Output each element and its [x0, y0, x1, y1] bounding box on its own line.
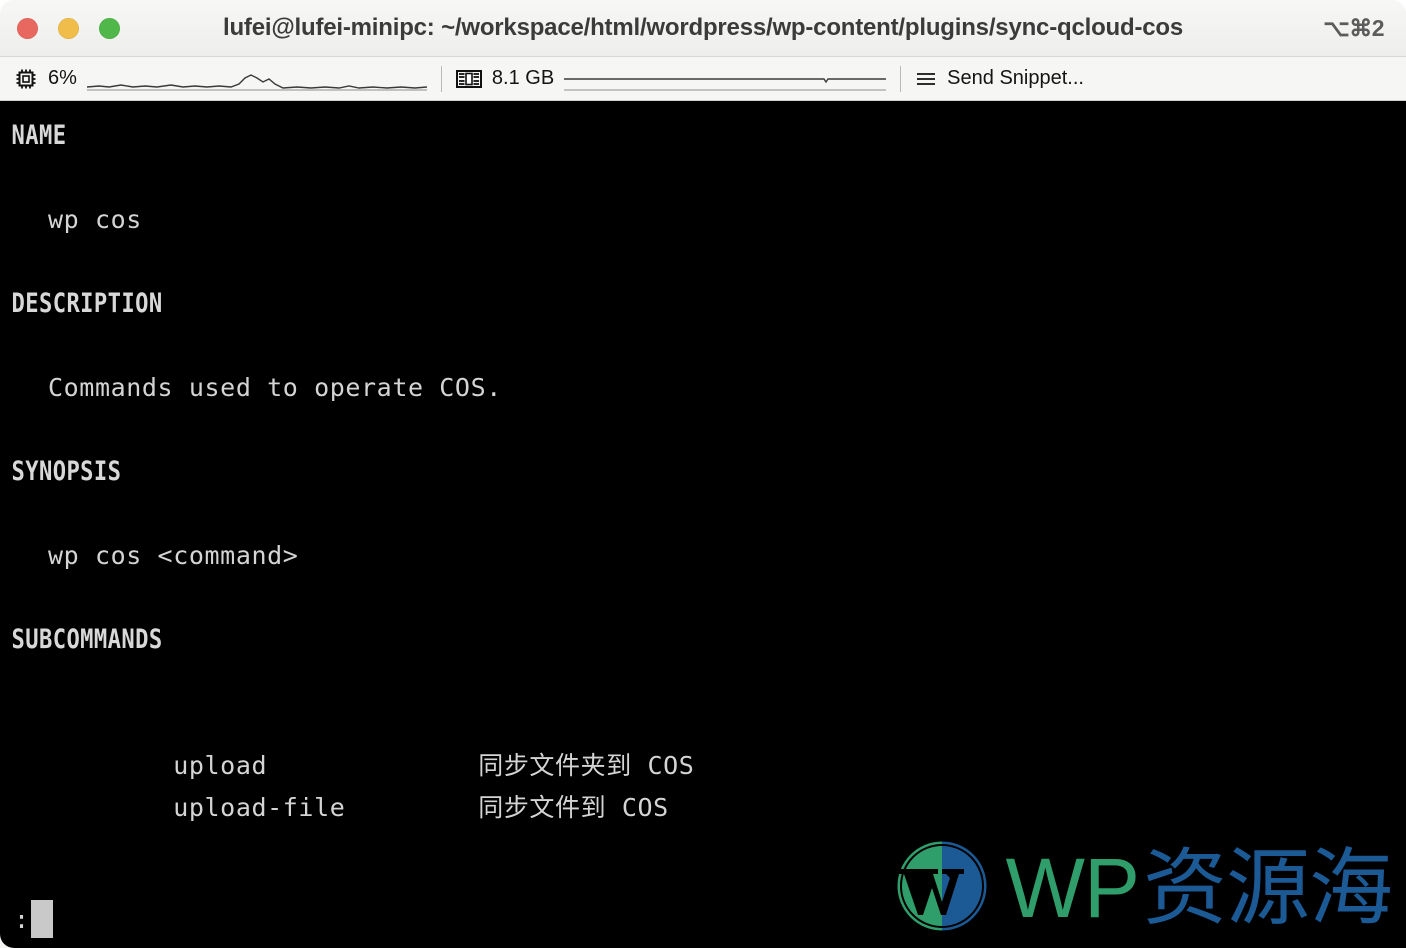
window-title: lufei@lufei-minipc: ~/workspace/html/wor…: [223, 14, 1183, 41]
subcommand-description: 同步文件到 COS: [478, 793, 669, 822]
subcommand-row: upload 同步文件夹到 COS: [0, 703, 1406, 780]
terminal-line: Commands used to operate COS.: [0, 367, 1406, 409]
cpu-chip-icon: [14, 67, 38, 91]
terminal-window: lufei@lufei-minipc: ~/workspace/html/wor…: [0, 0, 1406, 948]
subcommand-description: 同步文件夹到 COS: [478, 751, 695, 780]
send-snippet-label: Send Snippet...: [947, 67, 1084, 89]
pager-prompt[interactable]: :: [14, 900, 54, 938]
keyboard-shortcut-badge: ⌥⌘2: [1323, 14, 1384, 41]
terminal-line: wp cos: [0, 199, 1406, 241]
terminal-line: wp cos <command>: [0, 535, 1406, 577]
memory-stick-icon: [455, 68, 482, 90]
subcommand-name: upload: [173, 751, 268, 780]
terminal-text-buffer: NAME wp cos DESCRIPTION Commands used to…: [0, 101, 1406, 948]
section-heading-subcommands: SUBCOMMANDS: [11, 624, 163, 655]
cpu-usage-value: 6%: [48, 67, 77, 89]
memory-usage-value: 8.1 GB: [491, 67, 555, 89]
subcommand-name: upload-file: [173, 793, 346, 822]
window-titlebar[interactable]: lufei@lufei-minipc: ~/workspace/html/wor…: [0, 0, 1406, 57]
status-toolbar: 6% 8.1 GB Send Snippet...: [0, 57, 1406, 101]
maximize-button[interactable]: [99, 17, 120, 39]
terminal-output-pane[interactable]: NAME wp cos DESCRIPTION Commands used to…: [0, 101, 1406, 948]
cpu-status-group[interactable]: 6%: [0, 57, 441, 100]
memory-sparkline: [564, 77, 887, 90]
close-button[interactable]: [17, 17, 38, 39]
terminal-line-text: wp cos: [48, 205, 142, 234]
prompt-symbol: :: [14, 904, 30, 934]
window-controls: [0, 17, 120, 39]
cpu-sparkline: [86, 73, 427, 90]
text-cursor: [31, 900, 54, 938]
hamburger-menu-icon: [915, 70, 937, 88]
section-heading-description: DESCRIPTION: [11, 288, 163, 319]
section-heading-synopsis: SYNOPSIS: [11, 456, 122, 487]
memory-status-group[interactable]: 8.1 GB: [442, 57, 900, 100]
minimize-button[interactable]: [58, 17, 79, 39]
send-snippet-button[interactable]: Send Snippet...: [901, 57, 1098, 100]
section-heading-name: NAME: [11, 120, 67, 151]
terminal-line-text: Commands used to operate COS.: [48, 373, 502, 402]
terminal-line-text: wp cos <command>: [48, 541, 299, 570]
